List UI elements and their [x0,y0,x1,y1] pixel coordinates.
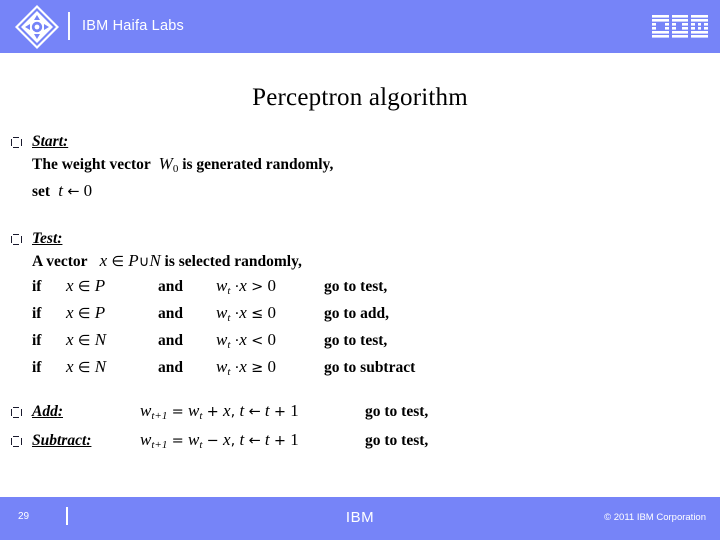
cond-if-keyword: if [32,278,42,295]
bullet-row-test: Test: [0,229,720,250]
condition-table: if x ∈ P and wt ·x > 0 go to test, if x … [0,275,415,383]
start-weight-var: W0 [158,154,179,175]
start-set-expression: t ← 0 [58,181,93,200]
cond-if-keyword: if [32,332,42,349]
table-row: if x ∈ N and wt ·x < 0 go to test, [0,329,415,356]
block-heading-test: Test: [32,230,63,247]
cond-goto-target: go to test, [324,332,388,349]
cond-if-keyword: if [32,359,42,376]
cond-and-keyword: and [158,359,183,376]
ibm-haifa-diamond-logo-icon [15,5,59,49]
table-row: if x ∈ P and wt ·x > 0 go to test, [0,275,415,302]
test-intro-prefix: A vector [32,253,88,270]
cond-membership: x ∈ N [66,330,107,349]
table-row: if x ∈ N and wt ·x ≥ 0 go to subtract [0,356,415,383]
block-heading-add: Add: [32,403,63,420]
cond-dot-product: wt ·x > 0 [216,276,276,297]
slide-footer-band: 29 IBM © 2011 IBM Corporation [0,497,720,540]
subtract-goto-target: go to test, [365,432,429,449]
start-line-suffix: is generated randomly, [182,156,334,173]
start-set-label: set [32,183,51,200]
cond-dot-product: wt ·x ≥ 0 [216,357,276,378]
header-divider [68,12,70,40]
copyright-notice: © 2011 IBM Corporation [604,512,706,523]
add-goto-target: go to test, [365,403,429,420]
cond-membership: x ∈ P [66,276,106,295]
header-title: IBM Haifa Labs [82,18,184,34]
add-equation: wt+1 = wt + x, t ← t + 1 [140,401,299,422]
slide-header-band: IBM Haifa Labs [0,0,720,53]
test-intro-suffix: is selected randomly, [164,253,302,270]
table-row: if x ∈ P and wt ·x ≤ 0 go to add, [0,302,415,329]
cond-goto-target: go to subtract [324,359,416,376]
square-bullet-glyph-icon [0,229,32,250]
block-test: Test: A vector x ∈ P∪N is selected rando… [0,229,720,383]
cond-membership: x ∈ N [66,357,107,376]
test-intro-expression: x ∈ P∪N [99,251,161,270]
slide-content: Start: The weight vector W0 is generated… [0,132,720,457]
subtract-equation: wt+1 = wt − x, t ← t + 1 [140,430,299,451]
start-line-weight-vector: The weight vector W0 is generated random… [0,153,720,180]
cond-membership: x ∈ P [66,303,106,322]
cond-and-keyword: and [158,332,183,349]
cond-goto-target: go to test, [324,278,388,295]
square-bullet-glyph-icon [0,132,32,153]
square-bullet-glyph-icon [0,431,32,452]
cond-and-keyword: and [158,305,183,322]
square-bullet-glyph-icon [0,402,32,423]
cond-and-keyword: and [158,278,183,295]
bullet-row-start: Start: [0,132,720,153]
test-line-vector-selection: A vector x ∈ P∪N is selected randomly, [0,250,720,273]
block-start: Start: The weight vector W0 is generated… [0,132,720,203]
start-line-prefix: The weight vector [32,156,151,173]
page-title: Perceptron algorithm [252,84,468,111]
start-line-set-t: set t ← 0 [0,180,720,203]
block-heading-start: Start: [32,133,69,150]
block-heading-subtract: Subtract: [32,432,92,449]
cond-dot-product: wt ·x < 0 [216,330,276,351]
cond-if-keyword: if [32,305,42,322]
cond-dot-product: wt ·x ≤ 0 [216,303,276,324]
row-subtract: Subtract: wt+1 = wt − x, t ← t + 1 go to… [0,428,720,457]
block-add-subtract: Add: wt+1 = wt + x, t ← t + 1 go to test… [0,399,720,457]
ibm-striped-logo-icon [652,15,708,38]
cond-goto-target: go to add, [324,305,390,322]
row-add: Add: wt+1 = wt + x, t ← t + 1 go to test… [0,399,720,428]
